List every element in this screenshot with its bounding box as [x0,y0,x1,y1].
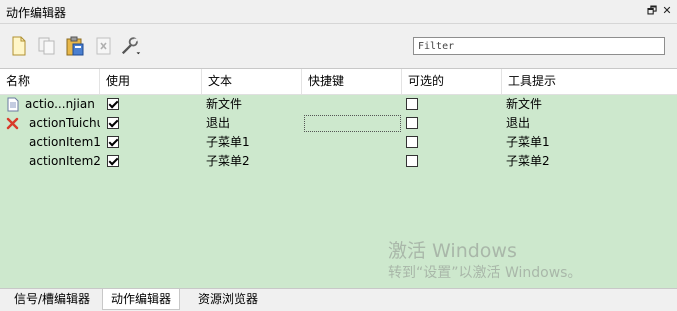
activation-watermark-text: 转到“设置”以激活 Windows。 [388,265,582,281]
used-checkbox[interactable] [107,98,119,110]
new-action-icon[interactable] [8,34,30,58]
activation-watermark-title: 激活 Windows [388,240,517,262]
action-tooltip: 子菜单2 [506,154,550,168]
filter-input[interactable] [413,37,665,55]
action-table: 名称 使用 文本 快捷键 可选的 工具提示 actio...njian 新文件 … [0,68,677,288]
action-name: actio...njian [25,97,95,111]
header-tooltip[interactable]: 工具提示 [502,69,677,94]
tab-resource-browser[interactable]: 资源浏览器 [190,289,266,309]
header-shortcut[interactable]: 快捷键 [302,69,402,94]
delete-action-icon[interactable] [93,34,115,58]
table-header: 名称 使用 文本 快捷键 可选的 工具提示 [0,69,677,95]
copy-action-icon[interactable] [36,34,58,58]
action-name: actionItem2 [29,154,100,168]
used-checkbox[interactable] [107,136,119,148]
action-text: 子菜单2 [206,154,250,168]
action-text: 子菜单1 [206,135,250,149]
action-name: actionTuichu [29,116,100,130]
checkable-checkbox[interactable] [406,136,418,148]
action-tooltip: 子菜单1 [506,135,550,149]
close-icon[interactable]: ✕ [660,4,674,18]
configure-icon[interactable] [120,34,142,58]
document-icon [7,97,19,112]
window-title: 动作编辑器 [6,6,67,20]
action-text: 退出 [206,116,231,130]
bottom-tab-bar: 信号/槽编辑器 动作编辑器 资源浏览器 [0,288,677,311]
checkable-checkbox[interactable] [406,155,418,167]
header-text[interactable]: 文本 [202,69,302,94]
action-text: 新文件 [206,97,243,111]
action-tooltip: 新文件 [506,97,543,111]
table-row[interactable]: actionItem2 子菜单2 子菜单2 [0,152,677,171]
tab-action-editor[interactable]: 动作编辑器 [102,289,181,310]
checkable-checkbox[interactable] [406,117,418,129]
float-icon[interactable]: 🗗 [645,4,659,18]
header-name[interactable]: 名称 [0,69,100,94]
paste-action-icon[interactable] [64,34,86,58]
tab-signal-slot-editor[interactable]: 信号/槽编辑器 [6,289,98,309]
table-row[interactable]: actionItem1 子菜单1 子菜单1 [0,133,677,152]
red-x-icon [6,117,19,130]
title-bar: 动作编辑器 🗗 ✕ [0,0,677,24]
table-row[interactable]: actionTuichu 退出 退出 [0,114,677,133]
used-checkbox[interactable] [107,117,119,129]
used-checkbox[interactable] [107,155,119,167]
action-name: actionItem1 [29,135,100,149]
checkable-checkbox[interactable] [406,98,418,110]
table-row[interactable]: actio...njian 新文件 新文件 [0,95,677,114]
header-checkable[interactable]: 可选的 [402,69,502,94]
action-tooltip: 退出 [506,116,531,130]
header-used[interactable]: 使用 [100,69,202,94]
shortcut-focus-box[interactable] [304,115,401,132]
